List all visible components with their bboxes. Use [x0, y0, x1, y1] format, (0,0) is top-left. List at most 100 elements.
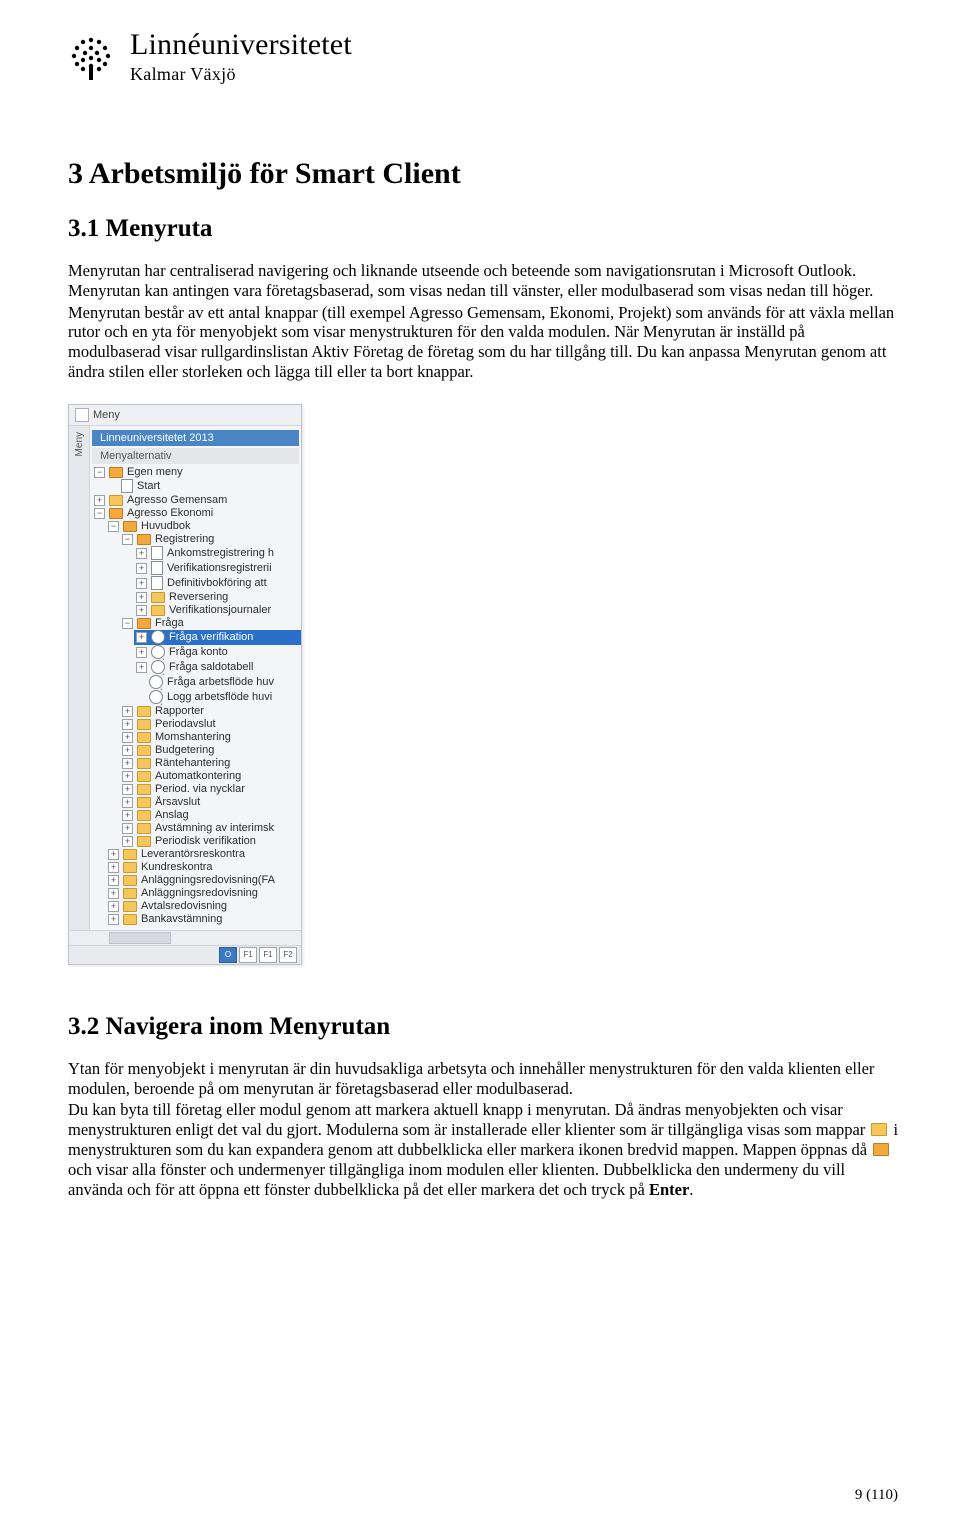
scrollbar-thumb[interactable]: [109, 932, 171, 944]
tree-item[interactable]: +Fråga konto: [134, 645, 301, 660]
tree-item[interactable]: +Reversering: [134, 591, 301, 604]
document-header: Linnéuniversitetet Kalmar Växjö: [68, 28, 900, 85]
page-number: 9 (110): [855, 1487, 898, 1504]
document-icon: [121, 479, 133, 493]
intro-paragraphs: Menyrutan har centraliserad navigering o…: [68, 261, 900, 382]
tree-item-agresso-gemensam[interactable]: +Agresso Gemensam: [92, 494, 301, 507]
magnifier-icon: [151, 630, 165, 644]
folder-icon: [137, 706, 151, 717]
folder-icon: [123, 888, 137, 899]
folder-icon: [137, 784, 151, 795]
tree-item[interactable]: +Periodavslut: [120, 718, 301, 731]
document-icon: [151, 576, 163, 590]
footer-button[interactable]: O: [219, 947, 237, 963]
folder-icon: [137, 758, 151, 769]
folder-icon: [137, 810, 151, 821]
folder-open-icon: [109, 467, 123, 478]
folder-open-icon: [109, 508, 123, 519]
folder-icon: [137, 823, 151, 834]
paragraph: Menyrutan består av ett antal knappar (t…: [68, 303, 900, 382]
university-logo-text: Linnéuniversitetet Kalmar Växjö: [130, 28, 352, 85]
horizontal-scrollbar[interactable]: [69, 930, 301, 945]
tree-item-fraga[interactable]: −Fråga: [120, 617, 301, 630]
folder-open-icon: [123, 521, 137, 532]
tree-item[interactable]: +Fråga saldotabell: [134, 660, 301, 675]
tree-item[interactable]: +Period. via nycklar: [120, 783, 301, 796]
folder-icon: [137, 836, 151, 847]
tree-item[interactable]: Fråga arbetsflöde huv: [134, 675, 301, 690]
text-run: och visar alla fönster och undermenyer t…: [68, 1160, 845, 1199]
vertical-tab[interactable]: Meny: [69, 426, 90, 930]
folder-icon: [137, 719, 151, 730]
magnifier-icon: [149, 675, 163, 689]
tree-item[interactable]: +Anslag: [120, 809, 301, 822]
subsection-3-2-heading: 3.2 Navigera inom Menyrutan: [68, 1013, 900, 1041]
tree-item-agresso-ekonomi[interactable]: −Agresso Ekonomi: [92, 507, 301, 520]
folder-open-icon: [137, 618, 151, 629]
panel-footer-buttons: O F1 F1 F2: [69, 945, 301, 964]
nav-paragraph: Ytan för menyobjekt i menyrutan är din h…: [68, 1059, 900, 1200]
text-run: .: [689, 1180, 693, 1199]
tree-item-fraga-verifikation-selected[interactable]: +Fråga verifikation: [134, 630, 301, 645]
tree-item[interactable]: +Momshantering: [120, 731, 301, 744]
magnifier-icon: [151, 660, 165, 674]
document-icon: [151, 561, 163, 575]
tree-item-registrering[interactable]: −Registrering: [120, 533, 301, 546]
text-run: Du kan byta till företag eller modul gen…: [68, 1100, 869, 1139]
tree-item[interactable]: +Avtalsredovisning: [106, 900, 301, 913]
footer-button[interactable]: F1: [259, 947, 277, 963]
folder-icon: [123, 875, 137, 886]
folder-open-icon: [873, 1143, 889, 1156]
folder-icon: [137, 745, 151, 756]
paragraph: Menyrutan har centraliserad navigering o…: [68, 261, 900, 301]
enter-key-label: Enter: [649, 1180, 689, 1199]
folder-icon: [109, 495, 123, 506]
folder-icon: [151, 605, 165, 616]
folder-open-icon: [137, 534, 151, 545]
footer-button[interactable]: F1: [239, 947, 257, 963]
tree-section-header: Menyalternativ: [92, 448, 299, 464]
document-icon: [151, 546, 163, 560]
magnifier-icon: [149, 690, 163, 704]
tree-item[interactable]: +Räntehantering: [120, 757, 301, 770]
company-banner: Linneuniversitetet 2013: [92, 430, 299, 446]
magnifier-icon: [151, 645, 165, 659]
tree-item[interactable]: +Budgetering: [120, 744, 301, 757]
folder-icon: [123, 849, 137, 860]
tree-item[interactable]: +Bankavstämning: [106, 913, 301, 926]
folder-icon: [137, 771, 151, 782]
tree-item[interactable]: +Anläggningsredovisning: [106, 887, 301, 900]
paragraph: Ytan för menyobjekt i menyrutan är din h…: [68, 1059, 900, 1099]
menu-panel-screenshot: Meny Meny Linneuniversitetet 2013 Menyal…: [68, 404, 302, 965]
folder-icon: [123, 914, 137, 925]
home-icon: [75, 408, 89, 422]
tree-item[interactable]: +Periodisk verifikation: [120, 835, 301, 848]
tree-item-egen-meny[interactable]: −Egen meny: [92, 466, 301, 479]
menu-tree: Linneuniversitetet 2013 Menyalternativ −…: [90, 426, 301, 930]
folder-icon: [123, 901, 137, 912]
university-logo-mark: [68, 36, 114, 82]
section-heading: 3 Arbetsmiljö för Smart Client: [68, 157, 900, 191]
tree-item[interactable]: +Leverantörsreskontra: [106, 848, 301, 861]
tree-item[interactable]: +Kundreskontra: [106, 861, 301, 874]
folder-icon: [123, 862, 137, 873]
tree-item-start[interactable]: Start: [106, 479, 301, 494]
folder-icon: [871, 1123, 887, 1136]
tree-item[interactable]: +Definitivbokföring att: [134, 576, 301, 591]
paragraph: Du kan byta till företag eller modul gen…: [68, 1100, 900, 1199]
tree-item[interactable]: +Avstämning av interimsk: [120, 822, 301, 835]
subsection-3-1-heading: 3.1 Menyruta: [68, 215, 900, 243]
tree-item[interactable]: +Årsavslut: [120, 796, 301, 809]
vertical-tab-label: Meny: [74, 432, 85, 456]
tree-item[interactable]: +Anläggningsredovisning(FA: [106, 874, 301, 887]
panel-titlebar: Meny: [69, 405, 301, 426]
tree-item[interactable]: Logg arbetsflöde huvi: [134, 690, 301, 705]
footer-button[interactable]: F2: [279, 947, 297, 963]
tree-item[interactable]: +Verifikationsjournaler: [134, 604, 301, 617]
university-name: Linnéuniversitetet: [130, 28, 352, 62]
tree-item[interactable]: +Verifikationsregistrerii: [134, 561, 301, 576]
tree-item-huvudbok[interactable]: −Huvudbok: [106, 520, 301, 533]
tree-item[interactable]: +Automatkontering: [120, 770, 301, 783]
tree-item[interactable]: +Ankomstregistrering h: [134, 546, 301, 561]
tree-item[interactable]: +Rapporter: [120, 705, 301, 718]
